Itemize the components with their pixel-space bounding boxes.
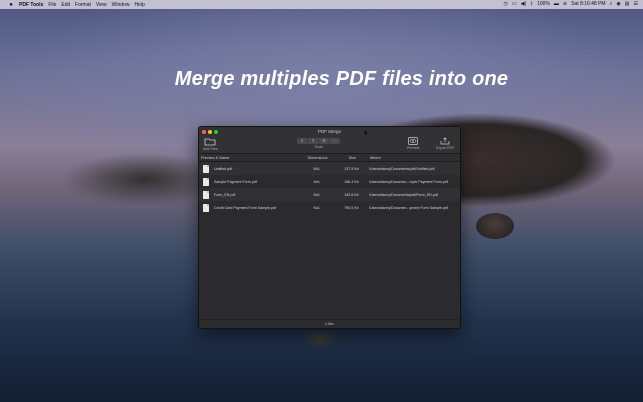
tools-group: ⇩ ⇧ ✕ ⋯ Tools bbox=[297, 138, 340, 149]
file-name: Sample Payment Form.pdf bbox=[214, 179, 257, 184]
file-list: Untitled.pdf N/A 137.5 Kb /Users/danny/D… bbox=[199, 162, 460, 214]
spotlight-icon[interactable]: ⌕ bbox=[610, 0, 613, 9]
menu-window[interactable]: Window bbox=[112, 2, 130, 8]
input-source-icon[interactable]: ▤ bbox=[625, 0, 630, 9]
notification-center-icon[interactable]: ☰ bbox=[634, 0, 638, 9]
file-path: /Users/danny/Documen...yment Form Sample… bbox=[369, 205, 448, 210]
menu-file[interactable]: File bbox=[48, 2, 56, 8]
remove-button[interactable]: ✕ bbox=[319, 138, 330, 144]
file-name: Credit Card Payment Form Sample.pdf bbox=[214, 205, 277, 210]
title-bar[interactable]: PDF Merge Add Files ⇩ ⇧ ✕ ⋯ Tools Previe… bbox=[199, 127, 460, 154]
bluetooth-icon[interactable]: ᛒ bbox=[530, 0, 533, 9]
table-row[interactable]: Form_EN.pdf N/A 153.6 Kb /Users/danny/Do… bbox=[199, 188, 460, 201]
menu-help[interactable]: Help bbox=[134, 2, 144, 8]
table-row[interactable]: Credit Card Payment Form Sample.pdf N/A … bbox=[199, 201, 460, 214]
move-down-button[interactable]: ⇩ bbox=[297, 138, 308, 144]
table-header: Preview & Name Dimensions Size Where bbox=[199, 154, 460, 162]
display-icon[interactable]: ▭ bbox=[512, 0, 517, 9]
file-dimensions: N/A bbox=[313, 205, 320, 210]
wallpaper-rock bbox=[476, 213, 514, 239]
preview-button[interactable]: Preview bbox=[407, 137, 419, 150]
pdf-file-icon bbox=[203, 190, 209, 199]
file-size: 166.4 Kb bbox=[344, 179, 359, 184]
pdf-merge-window: PDF Merge Add Files ⇩ ⇧ ✕ ⋯ Tools Previe… bbox=[198, 126, 461, 329]
wallpaper-reflection bbox=[302, 330, 338, 350]
tools-label: Tools bbox=[314, 145, 323, 149]
time-machine-icon[interactable]: ◷ bbox=[503, 0, 507, 9]
clock[interactable]: Sat 8:16:48 PM bbox=[571, 0, 605, 9]
column-dimensions[interactable]: Dimensions bbox=[300, 156, 335, 160]
preview-label: Preview bbox=[407, 146, 420, 150]
menu-view[interactable]: View bbox=[96, 2, 107, 8]
folder-icon bbox=[204, 138, 216, 146]
file-size: 790.5 Kb bbox=[344, 205, 359, 210]
file-name: Untitled.pdf bbox=[214, 166, 233, 171]
menu-app-name[interactable]: PDF Tools bbox=[19, 2, 43, 8]
column-where[interactable]: Where bbox=[370, 156, 460, 160]
file-path: /Users/danny/Documents/pdf/Untitled.pdf bbox=[369, 166, 435, 171]
promo-headline: Merge multiples PDF files into one bbox=[174, 68, 509, 90]
column-size[interactable]: Size bbox=[335, 156, 370, 160]
file-size: 153.6 Kb bbox=[344, 192, 359, 197]
file-path: /Users/danny/Documen...mple Payment Form… bbox=[369, 179, 448, 184]
menu-edit[interactable]: Edit bbox=[61, 2, 70, 8]
menu-bar: ● PDF Tools File Edit Format View Window… bbox=[0, 0, 643, 9]
pdf-file-icon bbox=[203, 203, 209, 212]
battery-percent[interactable]: 100% bbox=[537, 0, 550, 9]
file-dimensions: N/A bbox=[313, 166, 320, 171]
pdf-file-icon bbox=[203, 177, 209, 186]
export-pdf-label: Export PDF bbox=[436, 146, 455, 150]
file-dimensions: N/A bbox=[313, 192, 320, 197]
menu-extras: ◷ ▭ ◀) ᛒ 100% ▬ ≋ Sat 8:16:48 PM ⌕ ◉ ▤ ☰ bbox=[503, 0, 638, 9]
more-button[interactable]: ⋯ bbox=[330, 138, 340, 144]
menu-format[interactable]: Format bbox=[75, 2, 91, 8]
file-dimensions: N/A bbox=[313, 179, 320, 184]
export-pdf-button[interactable]: Export PDF bbox=[436, 137, 454, 150]
wifi-icon[interactable]: ≋ bbox=[563, 0, 567, 9]
tools-segmented-control: ⇩ ⇧ ✕ ⋯ bbox=[297, 138, 340, 144]
export-icon bbox=[440, 137, 450, 145]
battery-icon[interactable]: ▬ bbox=[554, 0, 559, 9]
column-name[interactable]: Preview & Name bbox=[199, 156, 300, 160]
window-title: PDF Merge bbox=[317, 129, 341, 134]
table-row[interactable]: Sample Payment Form.pdf N/A 166.4 Kb /Us… bbox=[199, 175, 460, 188]
pdf-file-icon bbox=[203, 164, 209, 173]
file-path: /Users/danny/Documents/pdf/Form_EN.pdf bbox=[369, 192, 438, 197]
file-name: Form_EN.pdf bbox=[214, 192, 236, 197]
apple-menu-icon[interactable]: ● bbox=[8, 2, 14, 8]
volume-icon[interactable]: ◀) bbox=[521, 0, 527, 9]
siri-icon[interactable]: ◉ bbox=[616, 0, 620, 9]
add-files-label: Add Files bbox=[203, 147, 218, 151]
eye-icon bbox=[408, 137, 419, 145]
file-count-status: 4 files bbox=[199, 319, 460, 328]
file-size: 137.5 Kb bbox=[344, 166, 359, 171]
move-up-button[interactable]: ⇧ bbox=[308, 138, 319, 144]
add-files-button[interactable]: Add Files bbox=[203, 137, 218, 151]
table-row[interactable]: Untitled.pdf N/A 137.5 Kb /Users/danny/D… bbox=[199, 162, 460, 175]
